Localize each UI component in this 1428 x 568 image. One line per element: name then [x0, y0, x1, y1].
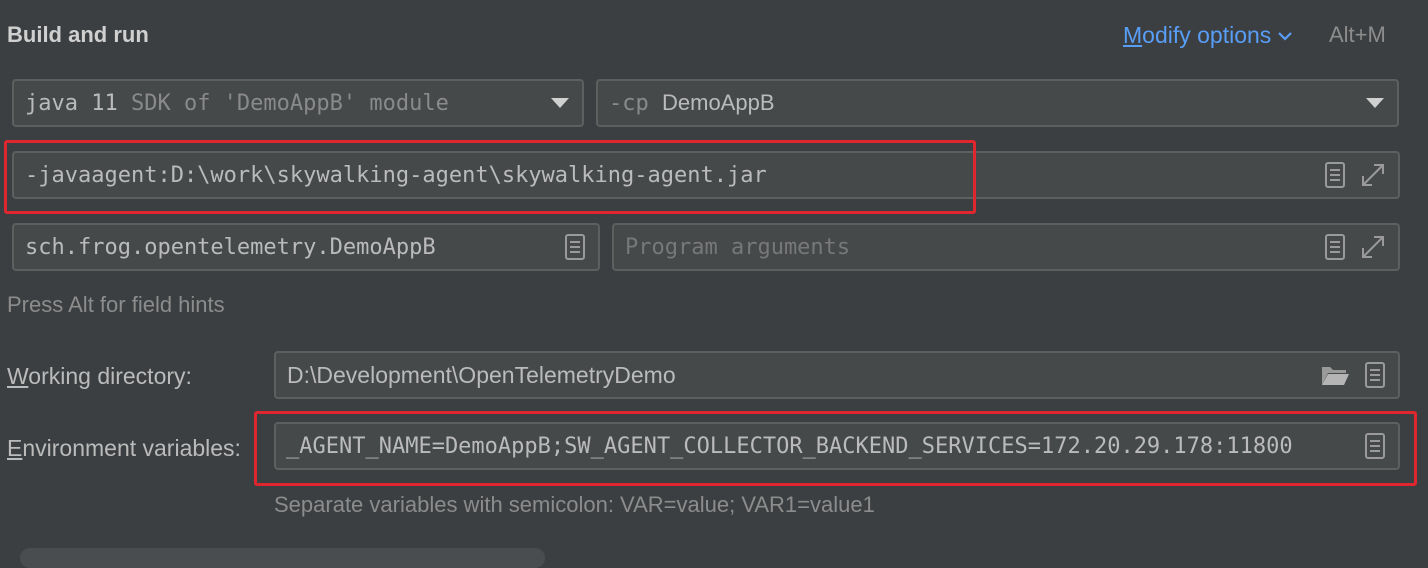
vm-options-field[interactable]: -javaagent:D:\work\skywalking-agent\skyw…	[12, 151, 1400, 199]
working-directory-label-text: orking directory:	[28, 363, 192, 389]
folder-icon[interactable]	[1320, 363, 1350, 387]
working-directory-mnemonic: W	[7, 363, 29, 389]
modify-options-label: odify options	[1142, 22, 1272, 48]
expand-icon[interactable]	[1360, 234, 1386, 260]
modify-options-link[interactable]: Modify options	[1123, 22, 1293, 49]
environment-variables-label: Environment variables:	[7, 435, 241, 462]
program-arguments-placeholder: Program arguments	[625, 234, 851, 260]
environment-variables-hint: Separate variables with semicolon: VAR=v…	[274, 492, 875, 517]
document-icon[interactable]	[1324, 234, 1346, 260]
classpath-module: DemoAppB	[662, 90, 775, 115]
environment-variables-mnemonic: E	[7, 435, 23, 461]
working-directory-value: D:\Development\OpenTelemetryDemo	[287, 361, 676, 388]
working-directory-field[interactable]: D:\Development\OpenTelemetryDemo	[274, 351, 1400, 399]
chevron-down-icon	[1278, 31, 1293, 41]
jre-version: java 11	[25, 90, 118, 116]
expand-icon[interactable]	[1360, 162, 1386, 188]
classpath-select[interactable]: -cp DemoAppB	[596, 79, 1399, 127]
working-directory-label: Working directory:	[7, 363, 192, 390]
main-class-value: sch.frog.opentelemetry.DemoAppB	[25, 234, 436, 260]
document-icon[interactable]	[1324, 162, 1346, 188]
dropdown-arrow-icon	[1366, 98, 1384, 108]
environment-variables-field[interactable]: _AGENT_NAME=DemoAppB;SW_AGENT_COLLECTOR_…	[274, 422, 1400, 470]
partial-control	[20, 548, 545, 568]
document-icon[interactable]	[564, 234, 586, 260]
modify-options-mnemonic: M	[1123, 22, 1143, 48]
field-hints-text: Press Alt for field hints	[7, 292, 225, 317]
document-icon[interactable]	[1364, 433, 1386, 459]
jre-description: SDK of 'DemoAppB' module	[130, 90, 449, 116]
classpath-prefix: -cp	[609, 91, 649, 116]
dropdown-arrow-icon	[551, 98, 569, 108]
environment-variables-label-text: nvironment variables:	[22, 435, 241, 461]
document-icon[interactable]	[1364, 362, 1386, 388]
vm-options-value: -javaagent:D:\work\skywalking-agent\skyw…	[25, 162, 767, 188]
section-title: Build and run	[7, 22, 149, 47]
modify-options-shortcut: Alt+M	[1329, 22, 1386, 47]
jre-select[interactable]: java 11 SDK of 'DemoAppB' module	[12, 79, 584, 127]
environment-variables-value: _AGENT_NAME=DemoAppB;SW_AGENT_COLLECTOR_…	[286, 433, 1293, 459]
program-arguments-field[interactable]: Program arguments	[612, 223, 1400, 271]
main-class-field[interactable]: sch.frog.opentelemetry.DemoAppB	[12, 223, 600, 271]
